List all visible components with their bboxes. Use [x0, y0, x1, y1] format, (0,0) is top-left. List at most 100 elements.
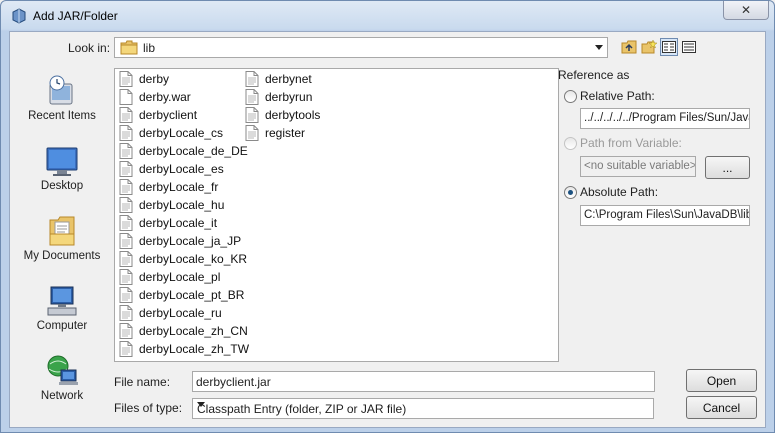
path-from-variable-label: Path from Variable:: [580, 136, 682, 150]
jar-file-icon: [119, 305, 133, 321]
file-item-label: derbyLocale_ru: [139, 306, 222, 320]
dialog-window: Add JAR/Folder ✕ Look in: lib Recent Ite…: [0, 0, 775, 433]
my-documents-icon: [49, 216, 75, 246]
place-label: Desktop: [40, 180, 84, 192]
file-item[interactable]: derbyrun: [245, 88, 312, 106]
absolute-path-field[interactable]: C:\Program Files\Sun\JavaDB\lib\derbycli…: [580, 205, 750, 226]
file-item-label: derbyLocale_cs: [139, 126, 224, 140]
file-item-label: derbytools: [265, 108, 321, 122]
file-icon: [119, 89, 133, 105]
file-item-label: derbyLocale_fr: [139, 180, 219, 194]
place-label: My Documents: [23, 250, 101, 262]
relative-path-radio[interactable]: [564, 90, 577, 103]
look-in-value: lib: [143, 41, 156, 55]
cancel-button[interactable]: Cancel: [686, 396, 757, 419]
file-item-label: derbyrun: [265, 90, 313, 104]
jar-file-icon: [119, 107, 133, 123]
up-folder-icon: [621, 40, 637, 54]
look-in-dropdown[interactable]: lib: [114, 37, 608, 58]
file-item[interactable]: derby: [119, 70, 169, 88]
details-view-button[interactable]: [680, 38, 698, 56]
file-item[interactable]: register: [245, 124, 305, 142]
file-item[interactable]: derbyclient: [119, 106, 197, 124]
jar-file-icon: [119, 125, 133, 141]
file-item[interactable]: derbyLocale_ru: [119, 304, 222, 322]
file-item[interactable]: derbyLocale_cs: [119, 124, 223, 142]
file-item[interactable]: derbyLocale_pt_BR: [119, 286, 244, 304]
place-recent-items[interactable]: Recent Items: [10, 74, 114, 140]
absolute-path-label: Absolute Path:: [580, 185, 659, 199]
file-item[interactable]: derbynet: [245, 70, 312, 88]
file-item-label: derbyLocale_ja_JP: [139, 234, 242, 248]
up-one-level-button[interactable]: [620, 38, 638, 56]
new-folder-button[interactable]: [640, 38, 658, 56]
computer-icon: [47, 286, 77, 316]
window-title: Add JAR/Folder: [33, 9, 118, 23]
jar-file-icon: [119, 161, 133, 177]
look-in-label: Look in:: [68, 41, 111, 55]
variable-browse-button[interactable]: ...: [705, 156, 750, 179]
file-item-label: derbyLocale_ko_KR: [139, 252, 248, 266]
file-item-label: derbyLocale_es: [139, 162, 224, 176]
chevron-down-icon: [197, 402, 205, 407]
place-desktop[interactable]: Desktop: [10, 144, 114, 210]
place-my-documents[interactable]: My Documents: [10, 214, 114, 280]
file-item[interactable]: derbytools: [245, 106, 320, 124]
files-of-type-value: Classpath Entry (folder, ZIP or JAR file…: [197, 402, 407, 416]
reference-as-label: Reference as: [558, 68, 630, 82]
new-folder-icon: [641, 40, 657, 54]
file-item[interactable]: derbyLocale_de_DE: [119, 142, 248, 160]
files-of-type-dropdown[interactable]: Classpath Entry (folder, ZIP or JAR file…: [192, 398, 654, 419]
jar-file-icon: [119, 179, 133, 195]
files-of-type-label: Files of type:: [114, 401, 183, 415]
file-item-label: register: [265, 126, 306, 140]
chevron-down-icon: [595, 45, 603, 50]
file-item-label: derby: [139, 72, 170, 86]
file-item[interactable]: derbyLocale_zh_TW: [119, 340, 249, 358]
file-item[interactable]: derbyLocale_pl: [119, 268, 220, 286]
folder-icon: [120, 40, 138, 55]
place-computer[interactable]: Computer: [10, 284, 114, 350]
variable-field[interactable]: <no suitable variable>: [580, 156, 696, 177]
jar-file-icon: [119, 269, 133, 285]
file-item[interactable]: derbyLocale_es: [119, 160, 224, 178]
file-item[interactable]: derby.war: [119, 88, 191, 106]
file-item[interactable]: derbyLocale_fr: [119, 178, 218, 196]
jar-file-icon: [245, 89, 259, 105]
open-button[interactable]: Open: [686, 369, 757, 392]
list-view-icon: [662, 41, 676, 53]
places-bar: Recent Items Desktop My Documents Comput…: [10, 70, 114, 410]
desktop-icon: [46, 147, 78, 176]
path-from-variable-radio[interactable]: [564, 137, 577, 150]
list-view-button[interactable]: [660, 38, 678, 56]
jar-file-icon: [119, 323, 133, 339]
file-item-label: derbyLocale_zh_TW: [139, 342, 250, 356]
relative-path-field[interactable]: ../../../../../Program Files/Sun/JavaDB/…: [580, 108, 750, 129]
file-item[interactable]: derbyLocale_ja_JP: [119, 232, 241, 250]
file-item-label: derbyLocale_de_DE: [139, 144, 248, 158]
jar-file-icon: [119, 251, 133, 267]
file-name-input[interactable]: derbyclient.jar: [192, 371, 655, 392]
file-name-label: File name:: [114, 375, 171, 389]
relative-path-label: Relative Path:: [580, 89, 655, 103]
file-list[interactable]: derby derby.war derbyclient derbyLocale_cs d…: [114, 68, 559, 362]
file-item[interactable]: derbyLocale_zh_CN: [119, 322, 248, 340]
title-bar[interactable]: Add JAR/Folder ✕: [1, 1, 774, 31]
jar-file-icon: [245, 71, 259, 87]
file-item-label: derbyclient: [139, 108, 198, 122]
jar-file-icon: [119, 341, 133, 357]
jar-file-icon: [119, 287, 133, 303]
place-network[interactable]: Network: [10, 354, 114, 420]
jar-file-icon: [119, 215, 133, 231]
file-item-label: derbyLocale_pt_BR: [139, 288, 245, 302]
file-item-label: derby.war: [139, 90, 191, 104]
close-icon: ✕: [740, 3, 752, 17]
file-item[interactable]: derbyLocale_it: [119, 214, 217, 232]
file-item-label: derbynet: [265, 72, 312, 86]
absolute-path-radio[interactable]: [564, 186, 577, 199]
file-item[interactable]: derbyLocale_hu: [119, 196, 224, 214]
file-item[interactable]: derbyLocale_ko_KR: [119, 250, 247, 268]
close-button[interactable]: ✕: [723, 1, 769, 20]
jar-file-icon: [119, 143, 133, 159]
file-item-label: derbyLocale_pl: [139, 270, 221, 284]
